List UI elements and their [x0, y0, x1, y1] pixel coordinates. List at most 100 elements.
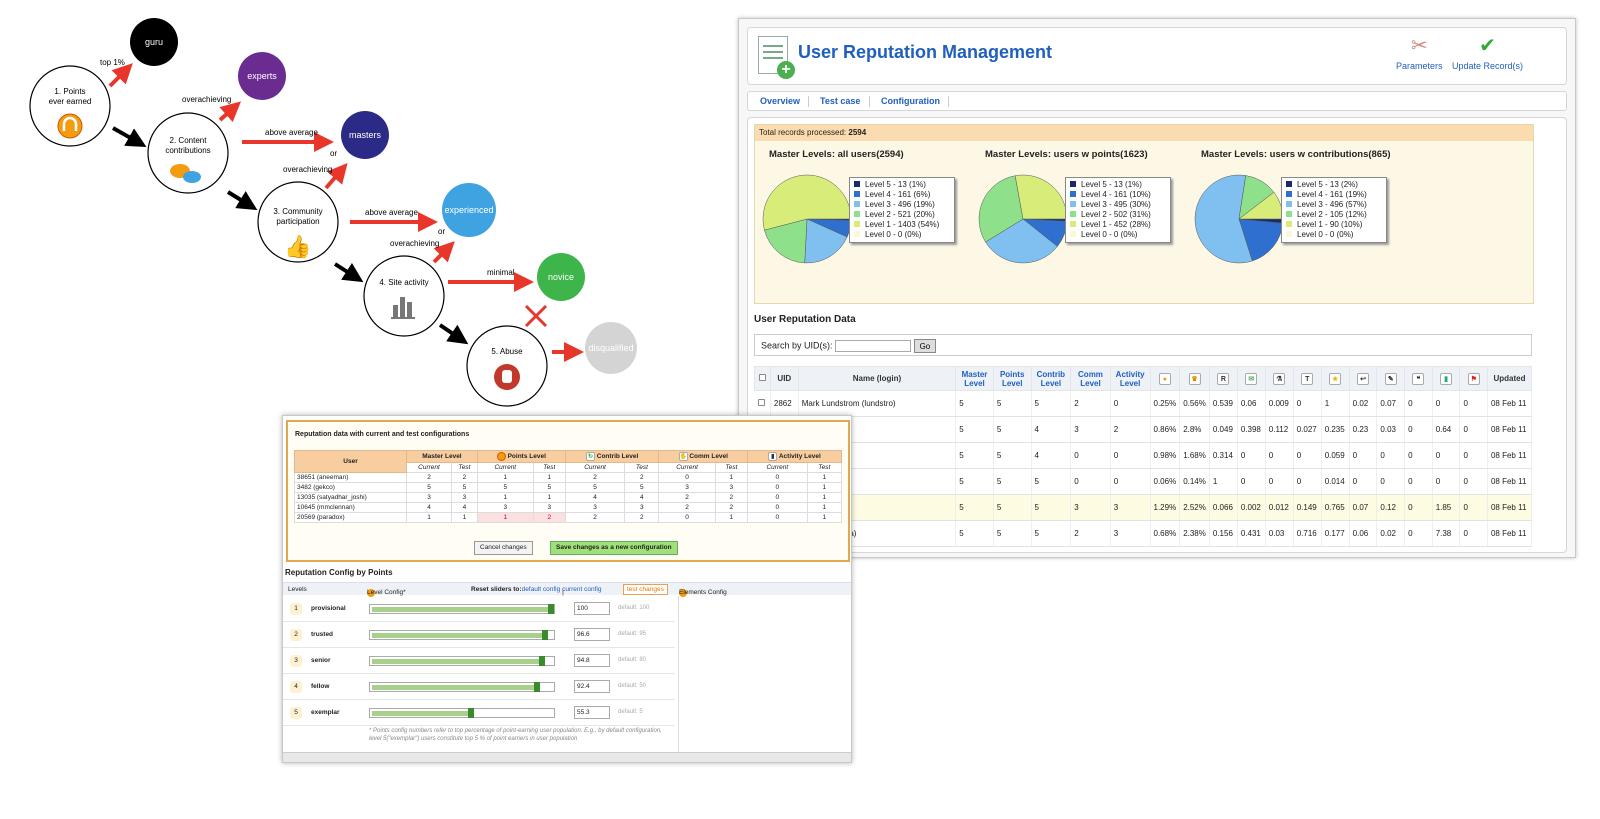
legend-entry: Level 4 - 161 (19%): [1286, 190, 1382, 200]
tab-test-case[interactable]: Test case: [820, 96, 860, 106]
overview-panel: Total records processed: 2594 Master Lev…: [747, 117, 1567, 553]
column-t-icon[interactable]: T: [1292, 366, 1322, 391]
cell-value: 0: [747, 502, 808, 513]
cell-value: 0.06%: [1150, 468, 1181, 495]
cell-value: 0.07: [1376, 390, 1406, 417]
table-row[interactable]: 2862 Mark Lundstrom (lundstro) 5 5 5 2 0 0.25% 0…: [754, 390, 1533, 417]
column-chat-icon[interactable]: ✉: [1236, 366, 1266, 391]
level-value-input[interactable]: 92.4: [574, 680, 610, 693]
legend-swatch: [1286, 181, 1292, 187]
slider-handle[interactable]: [467, 708, 474, 718]
table-row[interactable]: ul_nano_tran)554320.86%2.8%0.0490.3980.1…: [754, 416, 1533, 443]
level-slider[interactable]: [369, 656, 555, 666]
column-r-icon[interactable]: R: [1208, 366, 1238, 391]
cell-value: 1: [806, 472, 843, 483]
cell-value: 1: [806, 482, 843, 493]
level-value-input[interactable]: 55.3: [574, 706, 610, 719]
level-novice: novice: [537, 253, 585, 301]
table-row[interactable]: )555331.29%2.52%0.0660.0020.0120.1490.76…: [754, 494, 1533, 521]
legend-entry: Level 1 - 90 (10%): [1286, 220, 1382, 230]
cell-value: 5: [624, 482, 660, 493]
save-config-button[interactable]: Save changes as a new configuration: [550, 541, 678, 555]
slider-handle[interactable]: [538, 656, 545, 666]
column-quote-icon[interactable]: ❝: [1404, 366, 1433, 391]
column-contrib-level[interactable]: Contrib Level: [1030, 366, 1072, 391]
column-reply-icon[interactable]: ↩: [1348, 366, 1378, 391]
window-scrollbar[interactable]: [283, 752, 851, 762]
cell-value: 0: [1459, 494, 1488, 521]
flow-arrow-step: [112, 126, 147, 147]
uid-search-input[interactable]: [835, 340, 912, 352]
svg-text:participation: participation: [276, 217, 319, 226]
cell-value: 4: [564, 492, 626, 503]
level-slider[interactable]: [369, 630, 555, 640]
tab-overview[interactable]: Overview: [760, 96, 800, 106]
column-points-level[interactable]: Points Level: [992, 366, 1032, 391]
cell-updated: 08 Feb 11: [1487, 468, 1533, 495]
chart-title: Master Levels: users w points(1623): [985, 149, 1148, 160]
chart-title: Master Levels: all users(2594): [769, 149, 904, 160]
level-number: 2: [290, 629, 302, 641]
reset-default-link[interactable]: default config: [522, 586, 561, 593]
slider-handle[interactable]: [534, 682, 541, 692]
cell-value: 0.049: [1209, 416, 1238, 443]
column-flag-icon[interactable]: ⚑: [1459, 366, 1488, 391]
column-flask-icon[interactable]: ⚗: [1264, 366, 1294, 391]
level-name: senior: [311, 657, 331, 664]
cancel-changes-button[interactable]: Cancel changes: [474, 541, 533, 555]
slider-handle[interactable]: [548, 604, 554, 614]
cell-updated: 08 Feb 11: [1487, 416, 1533, 443]
cell-value: 1: [806, 512, 843, 523]
cell-value: 0.765: [1321, 494, 1350, 521]
column-tag-icon[interactable]: ✎: [1376, 366, 1406, 391]
level-slider[interactable]: [369, 682, 555, 692]
chart-legend: Level 5 - 13 (1%) Level 4 - 161 (10%) Leve…: [1065, 177, 1171, 243]
cell-value: 0.03: [1265, 520, 1294, 547]
legend-entry: Level 5 - 13 (1%): [1070, 180, 1166, 190]
cell-value: 2: [564, 512, 626, 523]
cell-value: 0: [1349, 442, 1378, 469]
select-all-checkbox[interactable]: [754, 366, 771, 391]
column-star-icon[interactable]: ★: [1320, 366, 1350, 391]
cell-value: 0: [1404, 520, 1433, 547]
level-slider[interactable]: [369, 604, 555, 614]
table-row[interactable]: rotra (saumitra)555230.68%2.38%0.1560.43…: [754, 520, 1533, 547]
tab-configuration[interactable]: Configuration: [881, 96, 940, 106]
column-activity-level[interactable]: Activity Level: [1109, 366, 1151, 391]
cell-value: 0.56%: [1179, 390, 1210, 417]
column-uid[interactable]: UID: [769, 366, 799, 391]
level-value-input[interactable]: 96.6: [574, 628, 610, 641]
cell-value: 0: [1110, 442, 1151, 469]
cell-value: 5: [993, 520, 1032, 547]
table-row: 20569 (paradox) 1 1 1 2 2 2 0 1 0 1: [294, 512, 843, 523]
thumbs-icon: ✋: [678, 452, 688, 461]
reset-test-button[interactable]: test changes: [623, 584, 668, 595]
column-name[interactable]: Name (login): [797, 366, 957, 391]
column-points-icon[interactable]: ●: [1149, 366, 1181, 391]
level-value-input[interactable]: 94.8: [574, 654, 610, 667]
parameters-button[interactable]: ✂ Parameters: [1396, 34, 1443, 71]
level-name: provisional: [311, 605, 346, 612]
column-comm-level[interactable]: Comm Level: [1070, 366, 1111, 391]
column-master-level[interactable]: Master Level: [955, 366, 994, 391]
reset-current-link[interactable]: current config: [562, 586, 601, 593]
table-row[interactable]: obh)554000.98%1.68%0.3140000.0590000008 …: [754, 442, 1533, 469]
go-button[interactable]: Go: [913, 339, 937, 353]
flow-arrow-level: [108, 63, 133, 88]
r-icon: R: [1217, 372, 1230, 385]
slider-handle[interactable]: [541, 630, 548, 640]
level-value-input[interactable]: 100: [574, 602, 610, 615]
cell-value: 0: [1404, 442, 1433, 469]
column-crown-icon[interactable]: ♛: [1179, 366, 1210, 391]
level-slider[interactable]: [369, 708, 555, 718]
reputation-table: UID Name (login) Master Level Points Lev…: [754, 366, 1533, 547]
slider-fill: [372, 633, 546, 638]
section-title: User Reputation Data: [754, 314, 856, 325]
row-checkbox[interactable]: [757, 399, 765, 406]
column-updated[interactable]: Updated: [1486, 366, 1533, 391]
column-bar-chart-icon[interactable]: ▮: [1431, 366, 1461, 391]
legend-entry: Level 4 - 161 (6%): [854, 190, 950, 200]
table-row[interactable]: latta)555000.06%0.14%10000.0140000008 Fe…: [754, 468, 1533, 495]
update-records-button[interactable]: ✔ Update Record(s): [1452, 34, 1523, 71]
slider-fill: [372, 659, 543, 664]
